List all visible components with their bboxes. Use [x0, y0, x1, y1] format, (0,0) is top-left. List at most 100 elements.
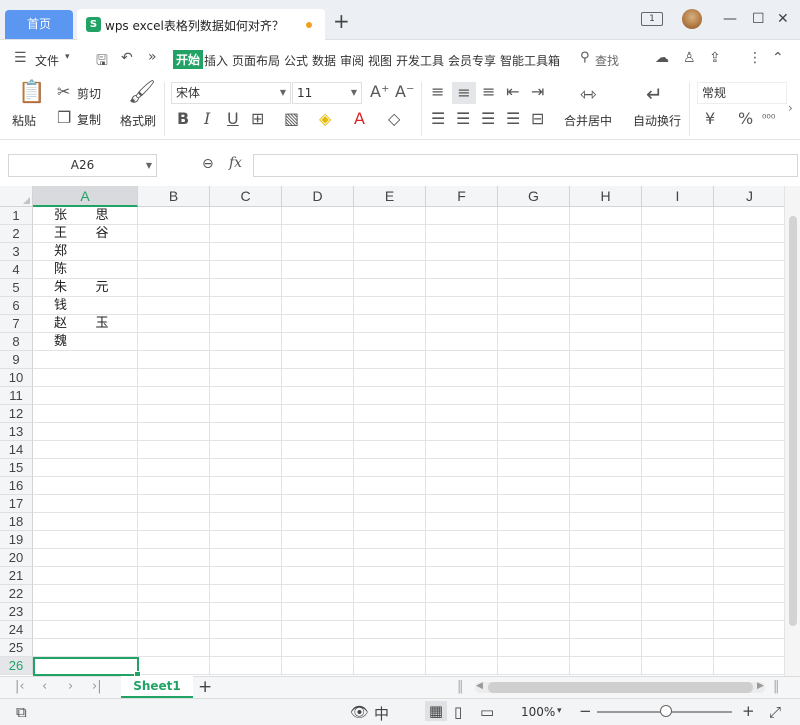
- cell-f26[interactable]: [426, 657, 498, 675]
- cell-a7[interactable]: 赵玉旺: [33, 315, 138, 333]
- cell-c23[interactable]: [210, 603, 282, 621]
- cell-h17[interactable]: [570, 495, 642, 513]
- cell-c13[interactable]: [210, 423, 282, 441]
- cell-i20[interactable]: [642, 549, 714, 567]
- align-left-icon[interactable]: ☰: [431, 111, 445, 127]
- cell-a22[interactable]: [33, 585, 138, 603]
- last-sheet-icon[interactable]: ›|: [92, 679, 102, 694]
- cell-e1[interactable]: [354, 207, 426, 225]
- cell-a4[interactable]: 陈宇: [33, 261, 138, 279]
- cell-d10[interactable]: [282, 369, 354, 387]
- cell-e11[interactable]: [354, 387, 426, 405]
- cell-d13[interactable]: [282, 423, 354, 441]
- cell-f14[interactable]: [426, 441, 498, 459]
- cut-button[interactable]: 剪切: [77, 85, 101, 102]
- row-header-23[interactable]: 23: [0, 603, 33, 621]
- cell-e12[interactable]: [354, 405, 426, 423]
- cell-c20[interactable]: [210, 549, 282, 567]
- copy-icon[interactable]: ❐: [57, 110, 71, 126]
- column-header-b[interactable]: B: [138, 186, 210, 207]
- cell-c4[interactable]: [210, 261, 282, 279]
- cell-j13[interactable]: [714, 423, 784, 441]
- zoom-in-icon[interactable]: +: [742, 702, 755, 720]
- cell-e9[interactable]: [354, 351, 426, 369]
- row-header-14[interactable]: 14: [0, 441, 33, 459]
- column-header-g[interactable]: G: [498, 186, 570, 207]
- row-header-8[interactable]: 8: [0, 333, 33, 351]
- cell-g14[interactable]: [498, 441, 570, 459]
- split-handle-icon[interactable]: ‖: [773, 679, 780, 694]
- cell-i21[interactable]: [642, 567, 714, 585]
- cell-b18[interactable]: [138, 513, 210, 531]
- cell-d19[interactable]: [282, 531, 354, 549]
- cell-a19[interactable]: [33, 531, 138, 549]
- new-tab-button[interactable]: +: [333, 11, 350, 31]
- row-header-12[interactable]: 12: [0, 405, 33, 423]
- cell-i11[interactable]: [642, 387, 714, 405]
- input-method-icon[interactable]: 中: [374, 703, 389, 724]
- cloud-sync-icon[interactable]: ☁: [655, 50, 669, 66]
- bold-button[interactable]: B: [177, 111, 189, 127]
- cell-f12[interactable]: [426, 405, 498, 423]
- cell-d3[interactable]: [282, 243, 354, 261]
- cell-e4[interactable]: [354, 261, 426, 279]
- cell-b11[interactable]: [138, 387, 210, 405]
- cell-h18[interactable]: [570, 513, 642, 531]
- cell-b16[interactable]: [138, 477, 210, 495]
- previous-sheet-icon[interactable]: ‹: [42, 679, 47, 694]
- row-header-9[interactable]: 9: [0, 351, 33, 369]
- fx-label[interactable]: fx: [229, 155, 242, 171]
- cell-g24[interactable]: [498, 621, 570, 639]
- cell-e6[interactable]: [354, 297, 426, 315]
- split-handle-icon[interactable]: ‖: [457, 679, 464, 694]
- cell-f22[interactable]: [426, 585, 498, 603]
- cell-f15[interactable]: [426, 459, 498, 477]
- cell-c7[interactable]: [210, 315, 282, 333]
- cell-j3[interactable]: [714, 243, 784, 261]
- align-top-icon[interactable]: ≡: [431, 84, 444, 100]
- cell-a20[interactable]: [33, 549, 138, 567]
- cell-h11[interactable]: [570, 387, 642, 405]
- column-header-e[interactable]: E: [354, 186, 426, 207]
- zoom-formula-icon[interactable]: ⊖: [202, 156, 214, 172]
- cell-f10[interactable]: [426, 369, 498, 387]
- row-header-1[interactable]: 1: [0, 207, 33, 225]
- menu-view[interactable]: 视图: [368, 52, 392, 69]
- search-label[interactable]: 查找: [595, 52, 619, 69]
- font-color-icon[interactable]: A: [354, 111, 365, 127]
- cell-d9[interactable]: [282, 351, 354, 369]
- cell-i8[interactable]: [642, 333, 714, 351]
- cell-a1[interactable]: 张思远: [33, 207, 138, 225]
- cell-f23[interactable]: [426, 603, 498, 621]
- underline-button[interactable]: U: [227, 111, 239, 127]
- cell-i23[interactable]: [642, 603, 714, 621]
- cell-g17[interactable]: [498, 495, 570, 513]
- cell-g19[interactable]: [498, 531, 570, 549]
- currency-button[interactable]: ¥: [705, 111, 715, 127]
- cell-d2[interactable]: [282, 225, 354, 243]
- cell-h10[interactable]: [570, 369, 642, 387]
- cell-j16[interactable]: [714, 477, 784, 495]
- cell-g7[interactable]: [498, 315, 570, 333]
- wrap-text-icon[interactable]: ↵: [646, 84, 663, 104]
- cell-c5[interactable]: [210, 279, 282, 297]
- decrease-font-icon[interactable]: A⁻: [395, 84, 414, 100]
- cell-i18[interactable]: [642, 513, 714, 531]
- home-tab[interactable]: 首页: [5, 10, 73, 39]
- cell-j1[interactable]: [714, 207, 784, 225]
- row-header-25[interactable]: 25: [0, 639, 33, 657]
- cell-g5[interactable]: [498, 279, 570, 297]
- cell-g10[interactable]: [498, 369, 570, 387]
- close-button[interactable]: ✕: [777, 11, 789, 27]
- page-layout-view-icon[interactable]: ▯: [454, 703, 462, 721]
- cell-e16[interactable]: [354, 477, 426, 495]
- increase-font-icon[interactable]: A⁺: [370, 84, 389, 100]
- merge-center-icon[interactable]: ⇿: [580, 84, 597, 104]
- cell-b7[interactable]: [138, 315, 210, 333]
- cell-e21[interactable]: [354, 567, 426, 585]
- cell-j11[interactable]: [714, 387, 784, 405]
- row-header-20[interactable]: 20: [0, 549, 33, 567]
- cell-a9[interactable]: [33, 351, 138, 369]
- macro-record-icon[interactable]: ⧉: [16, 703, 27, 721]
- cell-e26[interactable]: [354, 657, 426, 675]
